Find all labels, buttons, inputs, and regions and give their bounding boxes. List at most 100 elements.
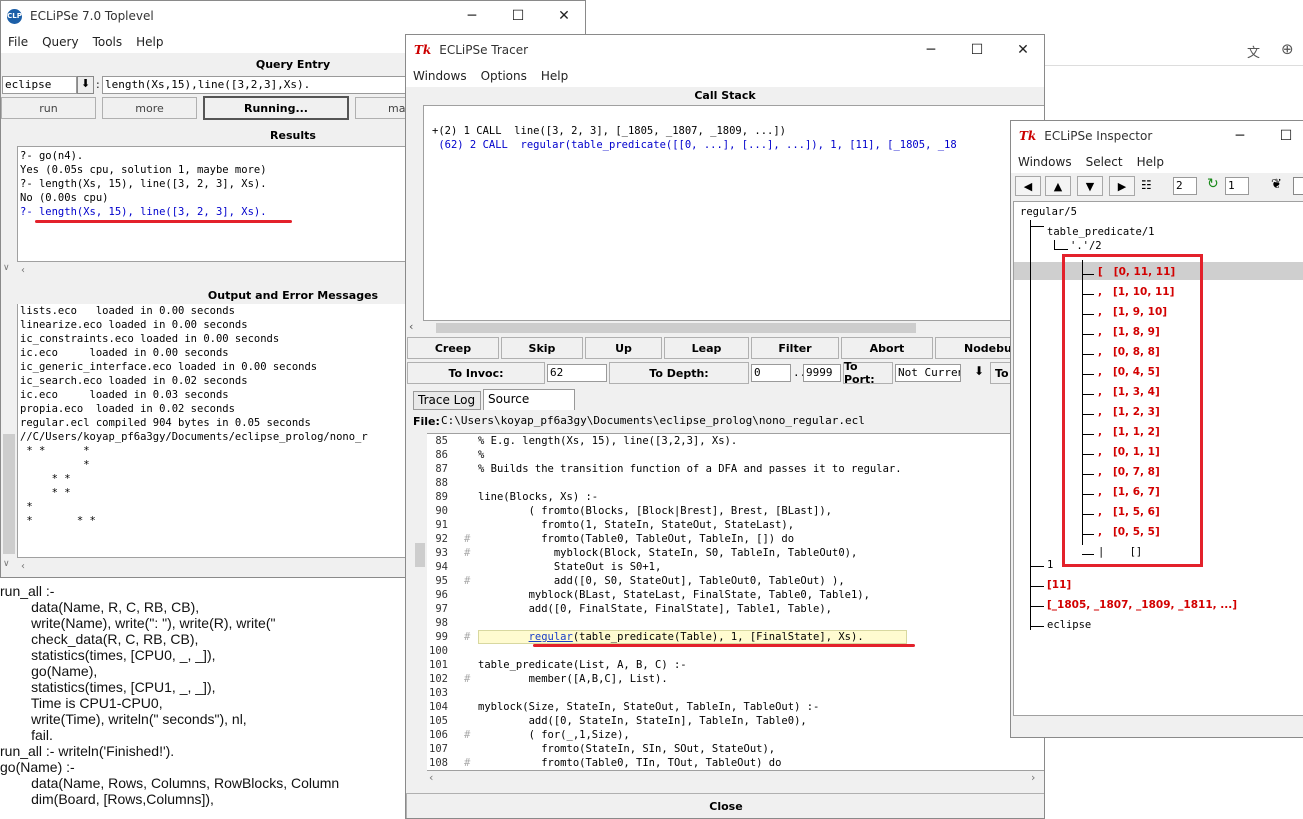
minimize-icon[interactable]: ─ — [449, 1, 495, 31]
line-text: add([0, StateIn, StateIn], TableIn, Tabl… — [478, 715, 807, 727]
output-scroll-down-icon[interactable]: ∨ — [3, 559, 10, 569]
depth-icon[interactable]: ☷ — [1141, 178, 1152, 192]
editor-code-line: fail. — [0, 727, 53, 743]
output-line: //C/Users/koyap_pf6a3gy/Documents/eclips… — [20, 431, 368, 443]
port-dropdown-icon[interactable]: ⬇ — [970, 364, 988, 382]
nav-right-icon[interactable]: ▶ — [1109, 176, 1135, 196]
maximize-icon[interactable]: ☐ — [954, 35, 1000, 65]
creep-button[interactable]: Creep — [407, 337, 499, 359]
breakpoint-marker[interactable]: # — [464, 672, 470, 686]
menu-options[interactable]: Options — [474, 69, 534, 83]
eclipse-app-icon: CLP — [7, 8, 22, 24]
line-text: myblock(Size, StateIn, StateOut, TableIn… — [478, 701, 820, 713]
output-vscrollbar[interactable] — [1, 304, 17, 558]
to-port-button[interactable]: To Port: — [843, 360, 893, 386]
line-text: % E.g. length(Xs, 15), line([3,2,3], Xs)… — [478, 435, 738, 447]
editor-code-line: dim(Board, [Rows,Columns]), — [0, 791, 214, 807]
refresh-icon[interactable]: ↻ — [1207, 176, 1219, 192]
close-icon[interactable]: ✕ — [541, 1, 585, 31]
breakpoint-marker[interactable]: # — [464, 630, 470, 644]
width-spinbox[interactable]: 1 — [1225, 177, 1249, 195]
breakpoint-marker[interactable]: # — [464, 546, 470, 560]
module-dropdown-icon[interactable]: ⬇ — [77, 76, 94, 94]
inspector-titlebar[interactable]: Tk ECLiPSe Inspector ─ ☐ — [1011, 121, 1303, 151]
call-stack-frame-1[interactable]: +(2) 1 CALL line([3, 2, 3], [_1805, _180… — [432, 124, 786, 138]
source-hscrollbar[interactable]: ‹ › — [413, 771, 1044, 786]
close-button[interactable]: Close — [406, 793, 1044, 818]
menu-query[interactable]: Query — [35, 35, 85, 49]
scroll-left-icon[interactable]: ‹ — [409, 320, 413, 333]
call-stack-hscrollbar[interactable]: ‹ — [406, 320, 1044, 335]
tree-connector — [1030, 626, 1044, 627]
minimize-icon[interactable]: ─ — [1217, 121, 1263, 151]
translate-icon[interactable]: 文 — [1247, 42, 1260, 61]
zoom-icon[interactable]: ⊕ — [1281, 40, 1294, 58]
close-icon[interactable]: ✕ — [1000, 35, 1044, 65]
output-line: ic_search.eco loaded in 0.02 seconds — [20, 375, 248, 387]
tree-node-regular[interactable]: regular/5 — [1020, 206, 1077, 218]
output-line: * — [20, 501, 33, 513]
menu-tools[interactable]: Tools — [86, 35, 130, 49]
toplevel-title: ECLiPSe 7.0 Toplevel — [30, 9, 154, 23]
menu-windows[interactable]: Windows — [406, 69, 474, 83]
minimize-icon[interactable]: ─ — [908, 35, 954, 65]
output-vscroll-thumb[interactable] — [3, 434, 15, 554]
maximize-icon[interactable]: ☐ — [495, 1, 541, 31]
abort-button[interactable]: Abort — [841, 337, 933, 359]
tracer-titlebar[interactable]: Tk ECLiPSe Tracer ─ ☐ ✕ — [406, 35, 1044, 65]
nav-down-icon[interactable]: ▼ — [1077, 176, 1103, 196]
call-stack-hscroll-thumb[interactable] — [436, 323, 916, 333]
tree-node-list-functor[interactable]: '.'/2 — [1070, 240, 1102, 252]
editor-code-line: data(Name, R, C, RB, CB), — [0, 599, 200, 615]
depth-to-field[interactable]: 9999 — [803, 364, 841, 382]
to-invoc-button[interactable]: To Invoc: — [407, 362, 545, 384]
tab-source-context[interactable]: Source Context — [483, 389, 575, 425]
module-field[interactable]: eclipse — [2, 76, 77, 94]
tree-node-arg-vars[interactable]: [_1805, _1807, _1809, _1811, ...] — [1047, 599, 1237, 611]
menu-file[interactable]: File — [1, 35, 35, 49]
more-button[interactable]: more — [102, 97, 197, 119]
port-select[interactable]: Not Curren — [895, 364, 961, 382]
breakpoint-marker[interactable]: # — [464, 728, 470, 742]
source-vscrollbar[interactable] — [413, 433, 427, 771]
inspector-extra-field[interactable] — [1293, 177, 1303, 195]
menu-select[interactable]: Select — [1079, 155, 1130, 169]
breakpoint-marker[interactable]: # — [464, 574, 470, 588]
depth-spinbox[interactable]: 2 — [1173, 177, 1197, 195]
line-text: StateOut is S0+1, — [478, 561, 662, 573]
call-stack-heading: Call Stack — [694, 89, 756, 102]
output-line: ic_generic_interface.eco loaded in 0.00 … — [20, 361, 318, 373]
breakpoint-marker[interactable]: # — [464, 756, 470, 770]
tree-node-arg-final-states[interactable]: [11] — [1047, 579, 1071, 591]
menu-help[interactable]: Help — [129, 35, 170, 49]
regular-breakpoint-link[interactable]: regular — [529, 631, 573, 643]
footprint-icon[interactable]: ❦ — [1271, 177, 1282, 192]
source-vscroll-thumb[interactable] — [415, 543, 425, 567]
menu-help[interactable]: Help — [1130, 155, 1171, 169]
tree-node-arg-initial-state[interactable]: 1 — [1047, 559, 1053, 571]
tracer-menubar: Windows Options Help — [406, 65, 1044, 87]
menu-windows[interactable]: Windows — [1011, 155, 1079, 169]
leap-button[interactable]: Leap — [664, 337, 749, 359]
menu-help[interactable]: Help — [534, 69, 575, 83]
to-depth-button[interactable]: To Depth: — [609, 362, 749, 384]
breakpoint-marker[interactable]: # — [464, 532, 470, 546]
run-button[interactable]: run — [1, 97, 96, 119]
tree-node-table-predicate[interactable]: table_predicate/1 — [1047, 226, 1154, 238]
editor-code-line: statistics(times, [CPU0, _, _]), — [0, 647, 216, 663]
skip-button[interactable]: Skip — [501, 337, 583, 359]
depth-from-field[interactable]: 0 — [751, 364, 791, 382]
up-button[interactable]: Up — [585, 337, 662, 359]
nav-left-icon[interactable]: ◀ — [1015, 176, 1041, 196]
call-stack-frame-2[interactable]: (62) 2 CALL regular(table_predicate([[0,… — [432, 138, 956, 152]
tree-node-module[interactable]: eclipse — [1047, 619, 1091, 631]
running-button[interactable]: Running... — [203, 96, 349, 120]
results-scroll-down-icon[interactable]: ∨ — [3, 263, 10, 273]
filter-button[interactable]: Filter — [751, 337, 839, 359]
line-text: add([0, FinalState, FinalState], Table1,… — [478, 603, 833, 615]
nav-up-icon[interactable]: ▲ — [1045, 176, 1071, 196]
maximize-icon[interactable]: ☐ — [1263, 121, 1303, 151]
tab-trace-log[interactable]: Trace Log — [413, 391, 481, 410]
invoc-field[interactable]: 62 — [547, 364, 607, 382]
toplevel-titlebar[interactable]: CLP ECLiPSe 7.0 Toplevel ─ ☐ ✕ — [1, 1, 585, 31]
